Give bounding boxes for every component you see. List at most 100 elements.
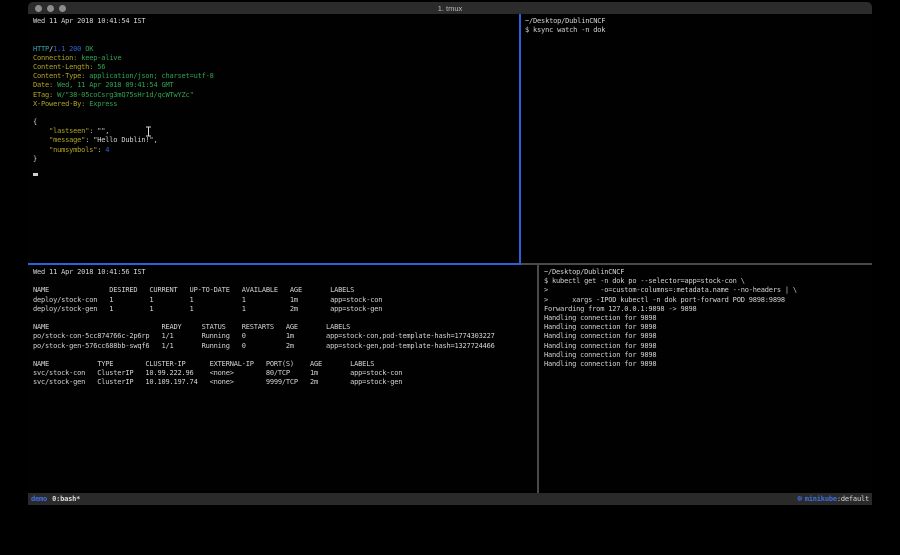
- text-segment: ETag:: [33, 91, 53, 99]
- text-segment: $ ksync watch -n dok: [525, 26, 605, 34]
- text-segment: "lastseen": [49, 127, 89, 135]
- text-segment: po/stock-con-5cc874766c-2p6rp 1/1 Runnin…: [33, 332, 495, 340]
- terminal-line: "numsymbols": 4: [33, 146, 519, 155]
- text-segment: HTTP: [33, 45, 49, 53]
- terminal-line: deploy/stock-gen 1 1 1 1 2m app=stock-ge…: [33, 305, 537, 314]
- text-segment: [33, 146, 49, 154]
- terminal-line: NAME TYPE CLUSTER-IP EXTERNAL-IP PORT(S)…: [33, 360, 537, 369]
- terminal-line: HTTP/1.1 200 OK: [33, 45, 519, 54]
- text-segment: Handling connection for 9898: [544, 351, 656, 359]
- text-segment: 4: [105, 146, 109, 154]
- terminal-line: "message": "Hello Dublin!",: [33, 136, 519, 145]
- text-segment: : "",: [89, 127, 109, 135]
- terminal-line: Connection: keep-alive: [33, 54, 519, 63]
- kube-namespace: :default: [837, 495, 869, 503]
- text-segment: svc/stock-con ClusterIP 10.99.222.96 <no…: [33, 369, 402, 377]
- text-segment: keep-alive: [81, 54, 121, 62]
- terminal-line: Wed 11 Apr 2018 10:41:54 IST: [33, 17, 519, 26]
- text-segment: [33, 127, 49, 135]
- text-segment: > xargs -IPOD kubectl -n dok port-forwar…: [544, 296, 785, 304]
- block-cursor: [33, 173, 38, 176]
- terminal-window: 1. tmux Wed 11 Apr 2018 10:41:54 IST HTTP…: [28, 2, 872, 507]
- terminal-line: [33, 35, 519, 44]
- text-segment: Handling connection for 9898: [544, 314, 656, 322]
- text-segment: Handling connection for 9898: [544, 332, 656, 340]
- terminal-line: Content-Length: 56: [33, 63, 519, 72]
- terminal-line: > xargs -IPOD kubectl -n dok port-forwar…: [544, 296, 872, 305]
- text-segment: 1.1 200: [53, 45, 81, 53]
- pane-divider-horizontal-left[interactable]: [28, 263, 521, 265]
- text-segment: }: [33, 155, 37, 163]
- pane-divider-vertical-bottom[interactable]: [537, 265, 539, 493]
- terminal-line: Wed 11 Apr 2018 10:41:56 IST: [33, 268, 537, 277]
- terminal-line: Handling connection for 9898: [544, 332, 872, 341]
- terminal-line: [33, 277, 537, 286]
- text-segment: Wed, 11 Apr 2018 09:41:54 GMT: [57, 81, 173, 89]
- text-segment: "numsymbols": [49, 146, 97, 154]
- text-segment: Handling connection for 9898: [544, 342, 656, 350]
- terminal-line: svc/stock-con ClusterIP 10.99.222.96 <no…: [33, 369, 537, 378]
- terminal-line: [33, 109, 519, 118]
- kube-status: ☸ minikube :default: [797, 495, 869, 503]
- text-segment: $ kubectl get -n dok po --selector=app=s…: [544, 277, 745, 285]
- terminal-line: svc/stock-gen ClusterIP 10.109.197.74 <n…: [33, 378, 537, 387]
- terminal-line: {: [33, 118, 519, 127]
- terminal-line: Handling connection for 9898: [544, 342, 872, 351]
- text-segment: svc/stock-gen ClusterIP 10.109.197.74 <n…: [33, 378, 402, 386]
- text-segment: NAME DESIRED CURRENT UP-TO-DATE AVAILABL…: [33, 286, 354, 294]
- text-segment: Content-Length:: [33, 63, 93, 71]
- window-tab[interactable]: 0:bash*: [52, 495, 80, 503]
- session-name: demo: [31, 495, 47, 503]
- text-segment: Wed 11 Apr 2018 10:41:56 IST: [33, 268, 145, 276]
- text-segment: {: [33, 118, 37, 126]
- terminal-line: [33, 173, 519, 182]
- text-segment: Handling connection for 9898: [544, 323, 656, 331]
- pane-http-response[interactable]: Wed 11 Apr 2018 10:41:54 IST HTTP/1.1 200…: [28, 14, 519, 263]
- text-segment: > -o=custom-columns=:metadata.name --no-…: [544, 286, 797, 294]
- terminal-line: NAME READY STATUS RESTARTS AGE LABELS: [33, 323, 537, 332]
- terminal-line: po/stock-gen-576cc688bb-swqf6 1/1 Runnin…: [33, 342, 537, 351]
- text-segment: Content-Type:: [33, 72, 85, 80]
- terminal-line: Handling connection for 9898: [544, 323, 872, 332]
- pane-divider-horizontal-right[interactable]: [521, 263, 872, 265]
- text-segment: Wed 11 Apr 2018 10:41:54 IST: [33, 17, 145, 25]
- pane-ksync-watch[interactable]: ~/Desktop/DublinCNCF$ ksync watch -n dok: [521, 14, 872, 263]
- terminal-line: ETag: W/"38-05coCsrg3mQ75sHr1d/qcWTwYZc": [33, 91, 519, 100]
- titlebar[interactable]: 1. tmux: [28, 2, 872, 14]
- pane-kubectl-resources[interactable]: Wed 11 Apr 2018 10:41:56 IST NAME DESIRED…: [28, 265, 537, 493]
- text-segment: OK: [85, 45, 93, 53]
- terminal-line: [33, 164, 519, 173]
- text-segment: Express: [89, 100, 117, 108]
- terminal-line: [33, 351, 537, 360]
- terminal-line: X-Powered-By: Express: [33, 100, 519, 109]
- terminal-line: [33, 314, 537, 323]
- text-segment: NAME READY STATUS RESTARTS AGE LABELS: [33, 323, 350, 331]
- text-segment: [33, 136, 49, 144]
- text-segment: 56: [97, 63, 105, 71]
- text-segment: deploy/stock-con 1 1 1 1 1m app=stock-co…: [33, 296, 382, 304]
- terminal-line: $ kubectl get -n dok po --selector=app=s…: [544, 277, 872, 286]
- text-segment: Connection:: [33, 54, 77, 62]
- terminal-line: ~/Desktop/DublinCNCF: [544, 268, 872, 277]
- text-segment: Date:: [33, 81, 53, 89]
- pane-divider-vertical-top[interactable]: [519, 14, 521, 265]
- text-segment: po/stock-gen-576cc688bb-swqf6 1/1 Runnin…: [33, 342, 495, 350]
- terminal-line: $ ksync watch -n dok: [525, 26, 872, 35]
- text-ibeam-cursor-icon: [145, 122, 152, 141]
- text-segment: ~/Desktop/DublinCNCF: [544, 268, 624, 276]
- text-segment: NAME TYPE CLUSTER-IP EXTERNAL-IP PORT(S)…: [33, 360, 374, 368]
- terminal-line: Handling connection for 9898: [544, 360, 872, 369]
- terminal-line: po/stock-con-5cc874766c-2p6rp 1/1 Runnin…: [33, 332, 537, 341]
- text-segment: Handling connection for 9898: [544, 360, 656, 368]
- text-segment: X-Powered-By:: [33, 100, 85, 108]
- kubernetes-icon: ☸: [797, 495, 803, 503]
- text-segment: deploy/stock-gen 1 1 1 1 2m app=stock-ge…: [33, 305, 382, 313]
- text-segment: application/json; charset=utf-8: [89, 72, 213, 80]
- terminal-line: }: [33, 155, 519, 164]
- pane-port-forward[interactable]: ~/Desktop/DublinCNCF$ kubectl get -n dok…: [539, 265, 872, 493]
- terminal-line: NAME DESIRED CURRENT UP-TO-DATE AVAILABL…: [33, 286, 537, 295]
- kube-context: minikube: [805, 495, 837, 503]
- terminal-line: Date: Wed, 11 Apr 2018 09:41:54 GMT: [33, 81, 519, 90]
- text-segment: ~/Desktop/DublinCNCF: [525, 17, 605, 25]
- terminal-line: ~/Desktop/DublinCNCF: [525, 17, 872, 26]
